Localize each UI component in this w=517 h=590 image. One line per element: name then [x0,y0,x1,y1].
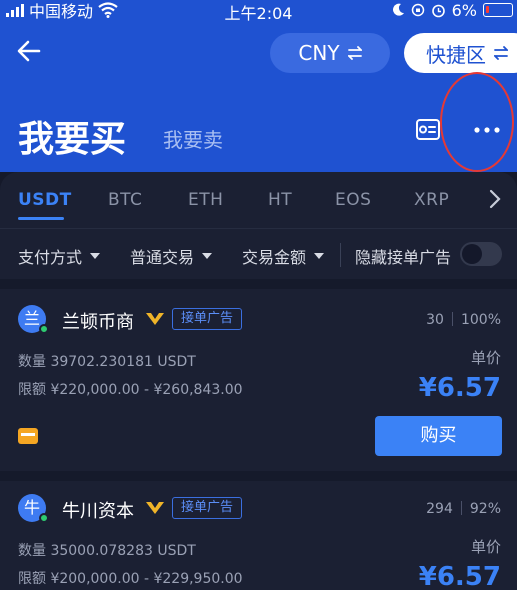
merchant-name[interactable]: 牛川资本 [62,497,134,523]
alarm-icon [431,4,445,17]
hide-ads-label: 隐藏接单广告 [355,248,452,267]
filter-amount-label: 交易金额 [242,248,307,267]
merchant-stats: 30 100% [426,312,501,328]
tab-eos[interactable]: EOS [335,190,371,210]
arrow-left-icon [17,40,41,62]
quantity: 数量 35000.078283 USDT [18,543,196,559]
filter-amount[interactable]: 交易金额 [242,244,325,268]
battery-label: 6% [451,0,477,20]
swap-icon [347,46,362,60]
online-status-icon [39,324,49,334]
buy-button[interactable]: 购买 [375,416,502,456]
currency-button[interactable]: CNY [270,33,390,73]
tab-eth[interactable]: ETH [188,190,223,210]
quantity: 数量 39702.230181 USDT [18,354,196,370]
order-count: 30 [426,312,444,328]
merchant-stats: 294 92% [426,501,501,517]
limit-range: 限额 ¥200,000.00 - ¥229,950.00 [18,571,243,587]
price: ¥6.57 [418,562,501,590]
filter-payment-label: 支付方式 [18,248,83,267]
price: ¥6.57 [418,373,501,403]
divider [0,471,517,481]
coin-tabs: USDT BTC ETH HT EOS XRP [0,172,517,228]
ad-badge: 接单广告 [172,308,243,330]
merchant-name[interactable]: 兰顿币商 [62,308,134,334]
order-list-icon[interactable] [414,117,442,143]
filter-trade-type[interactable]: 普通交易 [130,244,213,268]
order-count: 294 [426,501,453,517]
vip-icon [146,313,164,325]
quick-zone-label: 快捷区 [426,42,486,67]
moon-icon [392,3,404,16]
currency-label: CNY [298,41,340,65]
online-status-icon [39,513,49,523]
completion-rate: 100% [460,312,501,328]
swap-icon [494,46,508,60]
hide-ads-toggle[interactable] [460,242,502,266]
tab-sell[interactable]: 我要卖 [163,124,223,153]
listing-card: 牛 牛川资本 接单广告 294 92% 数量 35000.078283 USDT … [0,481,517,590]
filter-trade-type-label: 普通交易 [130,248,195,267]
rotation-lock-icon [411,3,424,17]
unit-price-label: 单价 [470,538,501,556]
caret-down-icon [202,253,213,259]
unit-price-label: 单价 [470,349,501,367]
completion-rate: 92% [469,501,501,517]
tab-usdt[interactable]: USDT [18,190,72,210]
limit-range: 限额 ¥220,000.00 - ¥260,843.00 [18,382,243,398]
tab-xrp[interactable]: XRP [414,190,449,210]
bank-card-icon [18,428,38,444]
battery-icon [483,3,513,17]
back-button[interactable] [16,38,44,66]
divider [0,279,517,289]
active-tab-indicator [18,217,64,220]
filter-bar: 支付方式 普通交易 交易金额 隐藏接单广告 [0,229,517,279]
caret-down-icon [90,253,101,259]
tab-btc[interactable]: BTC [108,190,142,210]
caret-down-icon [314,253,325,259]
ad-badge: 接单广告 [172,497,243,519]
listing-card: 兰 兰顿币商 接单广告 30 100% 数量 39702.230181 USDT … [0,289,517,471]
page-title: 我要买 [18,119,127,160]
quick-zone-button[interactable]: 快捷区 [404,33,517,73]
chevron-right-icon[interactable] [488,188,502,216]
vip-icon [146,502,164,514]
divider [340,243,341,267]
status-bar: 中国移动 上午2:04 6% [0,0,517,23]
annotation-circle [440,72,514,172]
tab-ht[interactable]: HT [268,190,292,210]
filter-payment[interactable]: 支付方式 [18,244,101,268]
